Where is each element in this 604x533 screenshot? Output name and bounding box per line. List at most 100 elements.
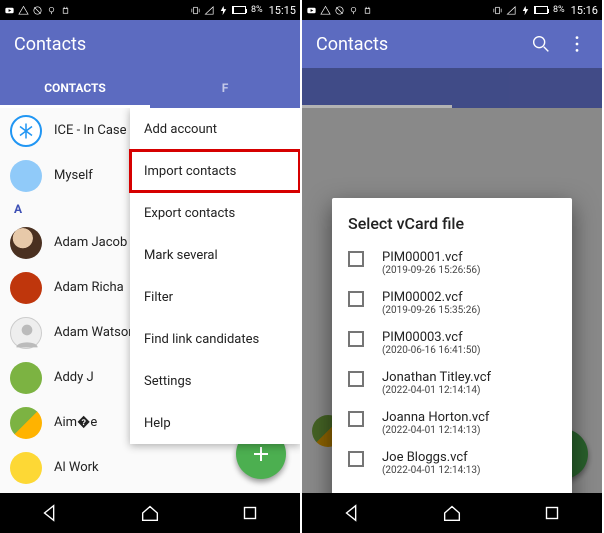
avatar: [10, 160, 42, 192]
avatar: [10, 272, 42, 304]
contact-name: Aim�e: [54, 415, 97, 430]
battery-icon: [534, 6, 548, 14]
back-button[interactable]: [341, 502, 363, 524]
battery-icon: [232, 6, 246, 14]
bulb-icon: [46, 5, 57, 16]
tab-favorites[interactable]: F: [150, 68, 300, 108]
debug-icon: [32, 5, 43, 16]
clock: 15:16: [571, 4, 598, 17]
android-icon: [60, 5, 71, 16]
checkbox[interactable]: [348, 331, 364, 347]
contact-name: Adam Watson: [54, 325, 135, 340]
file-date: (2022-04-01 12:14:14): [382, 385, 491, 396]
bulb-icon: [348, 5, 359, 16]
warning-icon: [18, 5, 29, 16]
ice-icon: [10, 115, 42, 147]
vibrate-icon: [190, 5, 201, 16]
file-date: (2022-04-01 12:14:13): [382, 465, 480, 476]
file-name: PIM00002.vcf: [382, 290, 480, 305]
tab-contacts: [302, 68, 452, 108]
contact-name: Myself: [54, 168, 93, 183]
checkbox[interactable]: [348, 451, 364, 467]
tab-contacts[interactable]: CONTACTS: [0, 68, 150, 108]
checkbox[interactable]: [348, 251, 364, 267]
home-button[interactable]: [139, 502, 161, 524]
phone-left: 8% 15:15 Contacts CONTACTS F ICE - In Ca…: [0, 0, 300, 533]
contact-name: ICE - In Case: [54, 123, 127, 138]
avatar: [10, 407, 42, 439]
youtube-icon: [4, 5, 15, 16]
tabs: CONTACTS F: [0, 68, 300, 108]
vcard-dialog: Select vCard file PIM00001.vcf (2019-09-…: [332, 198, 572, 493]
avatar: [10, 317, 42, 349]
signal-icon: [204, 5, 215, 16]
android-icon: [362, 5, 373, 16]
app-bar: Contacts: [0, 20, 300, 68]
contacts-list: ICE - In Case Myself A Adam Jacob Adam R…: [0, 108, 300, 493]
file-row[interactable]: PIM00003.vcf (2020-06-16 16:41:50): [348, 323, 564, 363]
youtube-icon: [306, 5, 317, 16]
app-title: Contacts: [14, 34, 286, 55]
menu-export-contacts[interactable]: Export contacts: [130, 192, 300, 234]
file-date: (2022-04-01 12:14:13): [382, 425, 489, 436]
contact-name: Al Work: [54, 460, 99, 475]
menu-find-link[interactable]: Find link candidates: [130, 318, 300, 360]
battery-percent: 8%: [553, 5, 565, 15]
app-bar: Contacts: [302, 20, 602, 68]
file-name: Joanna Horton.vcf: [382, 410, 489, 425]
file-name: Joe Bloggs.vcf: [382, 450, 480, 465]
dialog-title: Select vCard file: [348, 214, 564, 233]
status-bar: 8% 15:15: [0, 0, 300, 20]
recent-button[interactable]: [541, 502, 563, 524]
overflow-menu: Add account Import contacts Export conta…: [130, 108, 300, 444]
vibrate-icon: [492, 5, 503, 16]
file-row[interactable]: Jonathan Titley.vcf (2022-04-01 12:14:14…: [348, 363, 564, 403]
checkbox[interactable]: [348, 291, 364, 307]
file-date: (2019-09-26 15:35:26): [382, 305, 480, 316]
contact-name: Adam Jacob: [54, 235, 127, 250]
menu-import-contacts[interactable]: Import contacts: [130, 150, 300, 192]
home-button[interactable]: [441, 502, 463, 524]
menu-filter[interactable]: Filter: [130, 276, 300, 318]
avatar: [10, 362, 42, 394]
avatar: [10, 227, 42, 259]
warning-icon: [320, 5, 331, 16]
file-date: (2019-09-26 15:26:56): [382, 265, 480, 276]
charging-icon: [218, 5, 229, 16]
menu-help[interactable]: Help: [130, 402, 300, 444]
battery-percent: 8%: [251, 5, 263, 15]
menu-add-account[interactable]: Add account: [130, 108, 300, 150]
plus-icon: [249, 442, 273, 466]
contacts-list-dimmed: Aim�e Select vCard file PIM00001.vcf (20…: [302, 108, 602, 493]
charging-icon: [520, 5, 531, 16]
menu-mark-several[interactable]: Mark several: [130, 234, 300, 276]
clock: 15:15: [269, 4, 296, 17]
search-icon[interactable]: [530, 33, 552, 55]
file-name: PIM00003.vcf: [382, 330, 480, 345]
file-name: PIM00001.vcf: [382, 250, 480, 265]
menu-settings[interactable]: Settings: [130, 360, 300, 402]
app-title: Contacts: [316, 34, 516, 55]
status-bar: 8% 15:16: [302, 0, 602, 20]
checkbox[interactable]: [348, 411, 364, 427]
nav-bar: [302, 493, 602, 533]
overflow-icon[interactable]: [566, 33, 588, 55]
file-row[interactable]: PIM00001.vcf (2019-09-26 15:26:56): [348, 243, 564, 283]
debug-icon: [334, 5, 345, 16]
phone-right: 8% 15:16 Contacts Aim�e Select vCard fil…: [302, 0, 602, 533]
contact-name: Adam Richa: [54, 280, 124, 295]
recent-button[interactable]: [239, 502, 261, 524]
file-row[interactable]: Joe Bloggs.vcf (2022-04-01 12:14:13): [348, 443, 564, 483]
back-button[interactable]: [39, 502, 61, 524]
nav-bar: [0, 493, 300, 533]
contact-name: Addy J: [54, 370, 94, 385]
file-date: (2020-06-16 16:41:50): [382, 345, 480, 356]
signal-icon: [506, 5, 517, 16]
tab-favorites: [452, 68, 602, 108]
tabs: [302, 68, 602, 108]
file-row[interactable]: Joanna Horton.vcf (2022-04-01 12:14:13): [348, 403, 564, 443]
avatar: [10, 452, 42, 484]
checkbox[interactable]: [348, 371, 364, 387]
file-row[interactable]: PIM00002.vcf (2019-09-26 15:35:26): [348, 283, 564, 323]
file-name: Jonathan Titley.vcf: [382, 370, 491, 385]
